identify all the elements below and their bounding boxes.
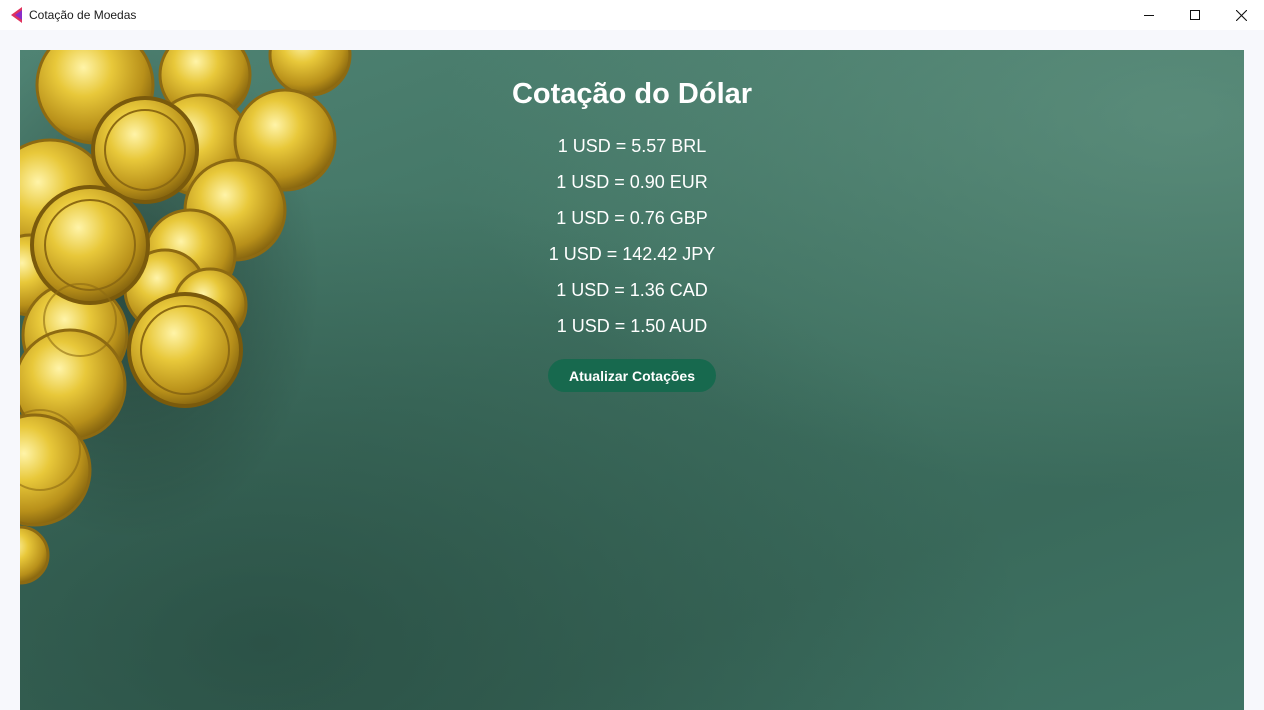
rate-jpy: 1 USD = 142.42 JPY — [548, 244, 716, 264]
update-rates-button[interactable]: Atualizar Cotações — [548, 359, 716, 392]
rate-eur: 1 USD = 0.90 EUR — [556, 172, 708, 192]
page-title: Cotação do Dólar — [511, 78, 753, 110]
close-icon — [1235, 9, 1247, 21]
rate-aud: 1 USD = 1.50 AUD — [556, 316, 708, 336]
rate-gbp: 1 USD = 0.76 GBP — [556, 208, 708, 228]
rate-brl: 1 USD = 5.57 BRL — [557, 136, 707, 156]
minimize-button[interactable] — [1126, 0, 1172, 30]
close-button[interactable] — [1218, 0, 1264, 30]
maximize-icon — [1190, 10, 1200, 20]
maximize-button[interactable] — [1172, 0, 1218, 30]
rate-cad: 1 USD = 1.36 CAD — [556, 280, 708, 300]
rates-list: 1 USD = 5.57 BRL 1 USD = 0.90 EUR 1 USD … — [20, 133, 1244, 349]
title-bar[interactable]: Cotação de Moedas — [0, 0, 1264, 30]
window-title: Cotação de Moedas — [29, 8, 137, 22]
app-logo-icon — [9, 7, 23, 23]
currency-panel: Cotação do Dólar 1 USD = 5.57 BRL 1 USD … — [20, 50, 1244, 710]
minimize-icon — [1144, 15, 1154, 16]
